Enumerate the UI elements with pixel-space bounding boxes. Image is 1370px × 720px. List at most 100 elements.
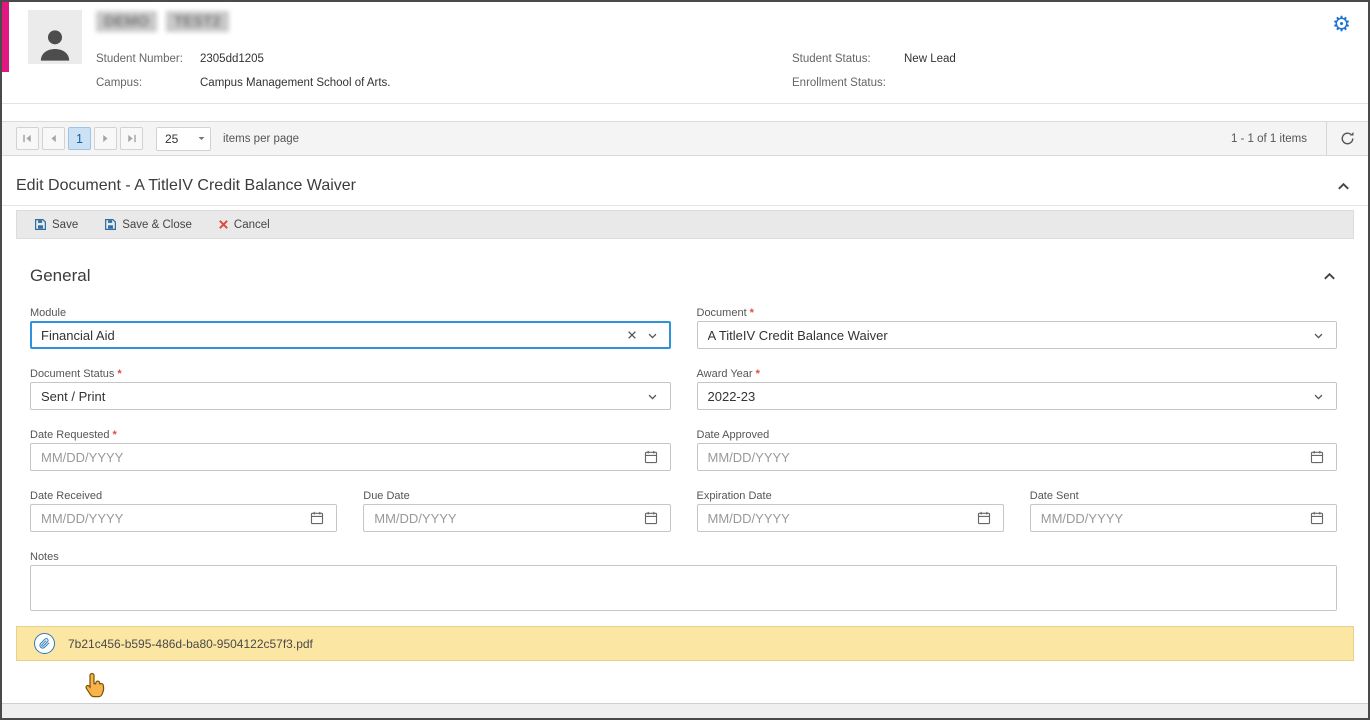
next-icon <box>100 133 111 144</box>
save-close-icon <box>104 218 117 231</box>
prev-icon <box>48 133 59 144</box>
date-received-label: Date Received <box>30 490 102 502</box>
expiration-date-input[interactable] <box>697 504 1004 532</box>
field-document-status: Document Status* Sent / Print <box>30 364 671 410</box>
award-year-label: Award Year <box>697 368 753 380</box>
page-size-value: 25 <box>157 132 192 146</box>
enrollment-status-label: Enrollment Status: <box>792 77 886 89</box>
date-approved-label: Date Approved <box>697 429 770 441</box>
field-notes: Notes <box>30 547 1337 611</box>
chevron-down-icon <box>192 134 210 143</box>
attachment-filename[interactable]: 7b21c456-b595-486d-ba80-9504122c57f3.pdf <box>68 637 313 651</box>
paperclip-icon[interactable] <box>34 633 55 654</box>
date-approved-input[interactable] <box>697 443 1338 471</box>
notes-textarea[interactable] <box>30 565 1337 611</box>
save-and-close-button[interactable]: Save & Close <box>104 218 192 231</box>
student-first-name: DEMO <box>96 11 157 32</box>
date-received-text[interactable] <box>41 511 305 526</box>
editor-toolbar: Save Save & Close Cancel <box>16 210 1354 239</box>
next-page-button[interactable] <box>94 127 117 150</box>
general-section-header: General <box>30 266 1337 286</box>
document-select[interactable]: A TitleIV Credit Balance Waiver <box>697 321 1338 349</box>
field-date-received: Date Received <box>30 486 337 532</box>
calendar-icon[interactable] <box>639 511 663 525</box>
due-date-input[interactable] <box>363 504 670 532</box>
date-received-input[interactable] <box>30 504 337 532</box>
chevron-down-icon[interactable] <box>642 330 663 341</box>
edit-document-title: Edit Document - A TitleIV Credit Balance… <box>16 177 356 195</box>
page-size-select[interactable]: 25 <box>156 127 211 151</box>
document-status-value: Sent / Print <box>41 389 642 404</box>
calendar-icon[interactable] <box>972 511 996 525</box>
gear-icon[interactable]: ⚙ <box>1332 14 1351 35</box>
due-date-text[interactable] <box>374 511 638 526</box>
items-summary: 1 - 1 of 1 items <box>1231 133 1307 145</box>
student-last-name: TEST2 <box>166 11 229 32</box>
field-expiration-date: Expiration Date <box>697 486 1004 532</box>
field-award-year: Award Year* 2022-23 <box>697 364 1338 410</box>
calendar-icon[interactable] <box>639 450 663 464</box>
expiration-date-label: Expiration Date <box>697 490 772 502</box>
student-number-label: Student Number: <box>96 53 183 65</box>
student-status-value: New Lead <box>904 53 956 65</box>
footer-strip <box>2 703 1368 718</box>
chevron-up-icon <box>1322 269 1337 284</box>
document-label: Document <box>697 307 747 319</box>
required-asterisk: * <box>750 307 754 319</box>
award-year-value: 2022-23 <box>708 389 1309 404</box>
collapse-general-button[interactable] <box>1322 269 1337 284</box>
save-button-label: Save <box>52 219 78 231</box>
document-status-label: Document Status <box>30 368 114 380</box>
refresh-icon <box>1340 131 1355 146</box>
field-date-approved: Date Approved <box>697 425 1338 471</box>
date-requested-text[interactable] <box>41 450 639 465</box>
date-requested-input[interactable] <box>30 443 671 471</box>
date-sent-text[interactable] <box>1041 511 1305 526</box>
cancel-button[interactable]: Cancel <box>218 219 270 231</box>
date-requested-label: Date Requested <box>30 429 110 441</box>
required-asterisk: * <box>113 429 117 441</box>
pagination-bar: 1 25 items per page 1 - 1 of 1 items <box>2 121 1368 156</box>
notes-label: Notes <box>30 551 59 563</box>
last-page-button[interactable] <box>120 127 143 150</box>
save-button[interactable]: Save <box>34 218 78 231</box>
page-1-button[interactable]: 1 <box>68 127 91 150</box>
chevron-down-icon[interactable] <box>1308 391 1329 402</box>
calendar-icon[interactable] <box>1305 450 1329 464</box>
save-and-close-button-label: Save & Close <box>122 219 192 231</box>
attachment-row[interactable]: 7b21c456-b595-486d-ba80-9504122c57f3.pdf <box>16 626 1354 661</box>
module-label: Module <box>30 307 66 319</box>
field-document: Document* A TitleIV Credit Balance Waive… <box>697 303 1338 349</box>
refresh-button[interactable] <box>1326 122 1368 155</box>
date-sent-input[interactable] <box>1030 504 1337 532</box>
date-approved-text[interactable] <box>708 450 1306 465</box>
calendar-icon[interactable] <box>1305 511 1329 525</box>
module-combobox[interactable]: Financial Aid <box>30 321 671 349</box>
prev-page-button[interactable] <box>42 127 65 150</box>
field-date-requested: Date Requested* <box>30 425 671 471</box>
person-icon <box>35 24 75 64</box>
app-window: DEMO TEST2 Student Number: 2305dd1205 Ca… <box>0 0 1370 720</box>
collapse-section-button[interactable] <box>1336 179 1351 194</box>
cursor-hand <box>84 672 106 703</box>
edit-document-header: Edit Document - A TitleIV Credit Balance… <box>2 177 1368 206</box>
first-page-button[interactable] <box>16 127 39 150</box>
module-value: Financial Aid <box>41 328 622 343</box>
document-value: A TitleIV Credit Balance Waiver <box>708 328 1309 343</box>
chevron-down-icon[interactable] <box>1308 330 1329 341</box>
clear-x-icon[interactable] <box>622 330 642 340</box>
cancel-button-label: Cancel <box>234 219 270 231</box>
calendar-icon[interactable] <box>305 511 329 525</box>
student-status-label: Student Status: <box>792 53 871 65</box>
document-status-select[interactable]: Sent / Print <box>30 382 671 410</box>
expiration-date-text[interactable] <box>708 511 972 526</box>
student-number-value: 2305dd1205 <box>200 53 264 65</box>
avatar <box>28 10 82 64</box>
chevron-down-icon[interactable] <box>642 391 663 402</box>
required-asterisk: * <box>756 368 760 380</box>
campus-value: Campus Management School of Arts. <box>200 77 391 89</box>
field-due-date: Due Date <box>363 486 670 532</box>
items-per-page-label: items per page <box>223 133 299 145</box>
document-form: Module Financial Aid Document* A TitleIV <box>2 286 1368 611</box>
award-year-select[interactable]: 2022-23 <box>697 382 1338 410</box>
